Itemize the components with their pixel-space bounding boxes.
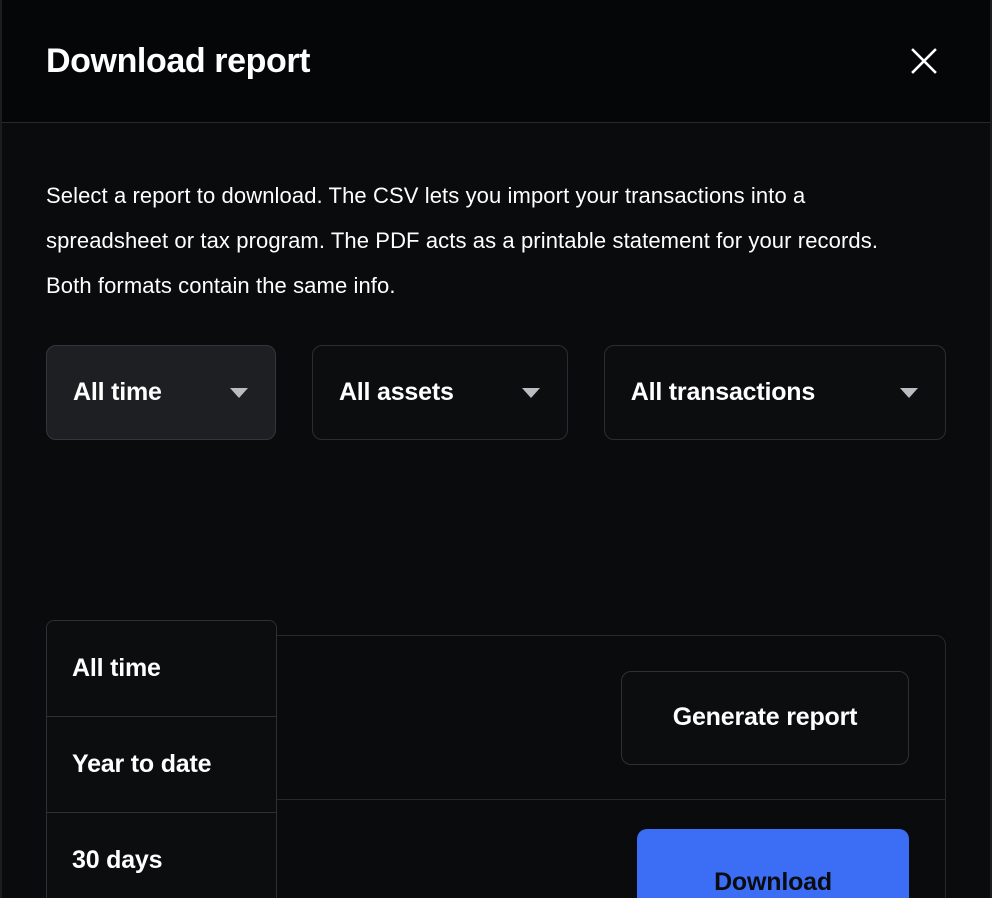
page-title: Download report <box>46 42 311 80</box>
chevron-down-icon <box>859 387 919 399</box>
download-button[interactable]: Download <box>637 829 909 898</box>
time-dropdown-menu[interactable]: All time Year to date 30 days 2022 <box>46 620 277 898</box>
dropdown-item-all-time[interactable]: All time <box>47 621 276 717</box>
generate-report-button[interactable]: Generate report <box>621 670 909 765</box>
filter-select-time-label: All time <box>73 378 162 406</box>
chevron-down-icon <box>189 387 249 399</box>
dropdown-item-30-days[interactable]: 30 days <box>47 813 276 898</box>
filter-select-transactions[interactable]: All transactions <box>603 345 946 440</box>
close-icon <box>909 46 939 76</box>
description-text: Select a report to download. The CSV let… <box>46 183 879 298</box>
filter-select-assets-label: All assets <box>338 378 454 406</box>
close-button[interactable] <box>902 39 946 83</box>
download-report-modal: Download report Select a report to downl… <box>0 0 992 898</box>
filter-select-assets[interactable]: All assets <box>311 345 568 440</box>
filter-select-transactions-label: All transactions <box>630 378 816 406</box>
modal-body: Select a report to download. The CSV let… <box>2 123 990 898</box>
chevron-down-icon <box>481 387 541 399</box>
dropdown-item-year-to-date[interactable]: Year to date <box>47 717 276 813</box>
filter-select-time[interactable]: All time <box>46 345 276 440</box>
modal-header: Download report <box>2 0 990 123</box>
filter-row: All time All assets All transactions <box>46 345 946 440</box>
